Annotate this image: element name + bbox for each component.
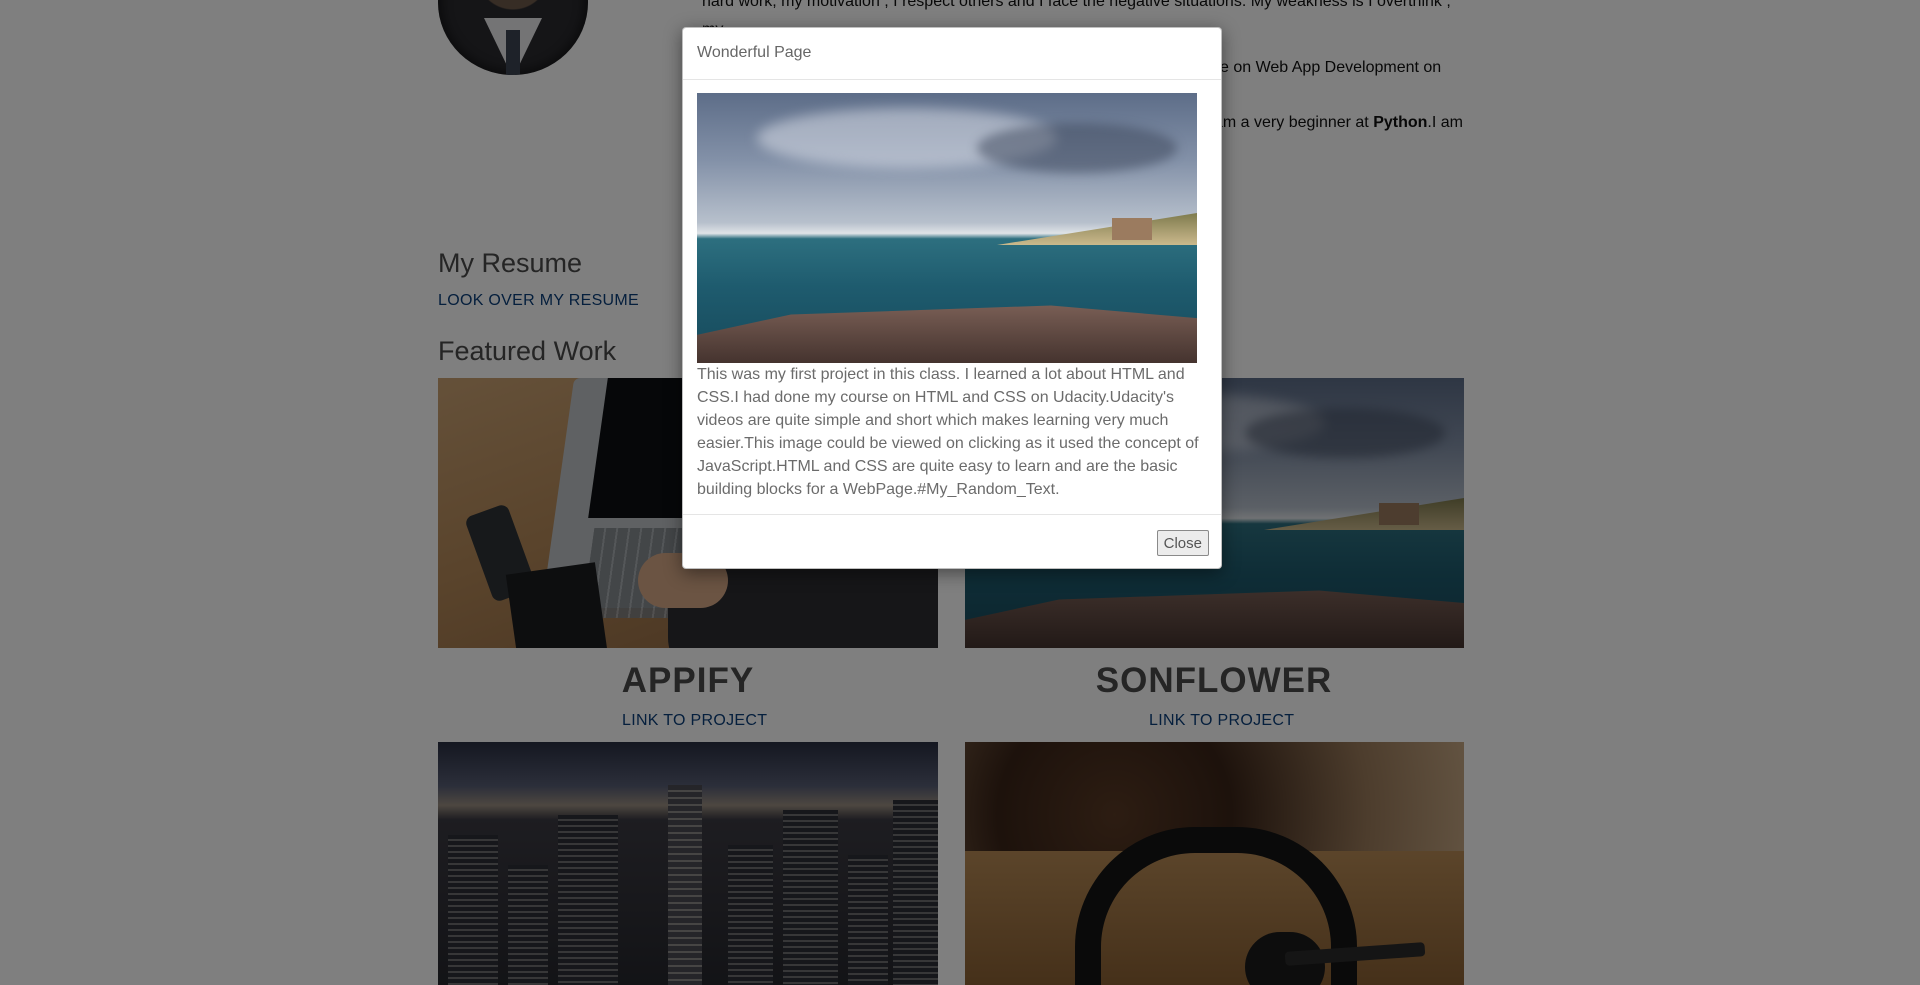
portfolio-page: hard work, my motivation , I respect oth… bbox=[0, 0, 1920, 985]
cloud bbox=[977, 123, 1177, 173]
modal-description: This was my first project in this class.… bbox=[697, 366, 1199, 498]
close-button[interactable]: Close bbox=[1156, 530, 1209, 556]
modal-header: Wonderful Page bbox=[683, 28, 1221, 80]
modal-title: Wonderful Page bbox=[697, 44, 812, 61]
rock-cliff bbox=[697, 305, 1197, 363]
modal-image bbox=[697, 93, 1197, 363]
hotel-building bbox=[1112, 218, 1152, 240]
modal-footer bbox=[683, 514, 1221, 515]
shoreline bbox=[997, 213, 1197, 245]
project-modal: Wonderful Page This was my first project… bbox=[682, 27, 1222, 569]
